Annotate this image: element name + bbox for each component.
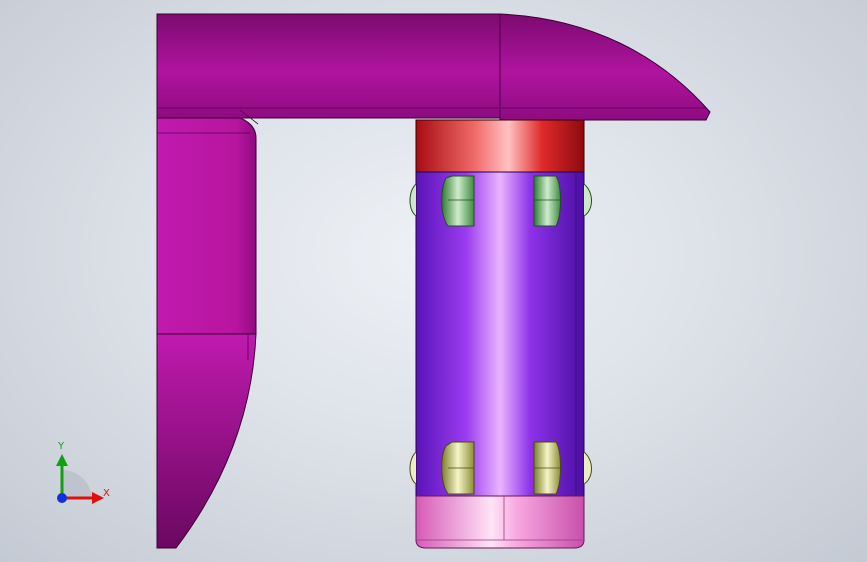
red-end-cap[interactable] [415, 119, 585, 173]
top-bearing-edge-right[interactable] [583, 183, 592, 217]
bottom-bearing-edge-right[interactable] [583, 451, 592, 485]
top-bearing-right[interactable] [533, 175, 561, 227]
triad-y-label: Y [58, 441, 65, 452]
graphics-viewport[interactable]: Y X [0, 0, 867, 562]
triad-x-label: X [103, 488, 110, 499]
bottom-bearing-left[interactable] [441, 441, 475, 495]
bracket-rounded-nose[interactable] [499, 13, 711, 121]
top-bearing-left[interactable] [441, 175, 475, 227]
bracket-lower-flange[interactable] [156, 333, 257, 549]
bottom-bearing-edge-left[interactable] [409, 451, 417, 485]
cad-model-scene[interactable] [0, 0, 867, 562]
bracket-top-plate[interactable] [156, 13, 501, 119]
top-bearing-edge-left[interactable] [409, 183, 417, 217]
orientation-triad [56, 454, 104, 504]
bottom-bearing-right[interactable] [533, 441, 561, 495]
bracket-vertical-leg[interactable] [156, 117, 257, 335]
